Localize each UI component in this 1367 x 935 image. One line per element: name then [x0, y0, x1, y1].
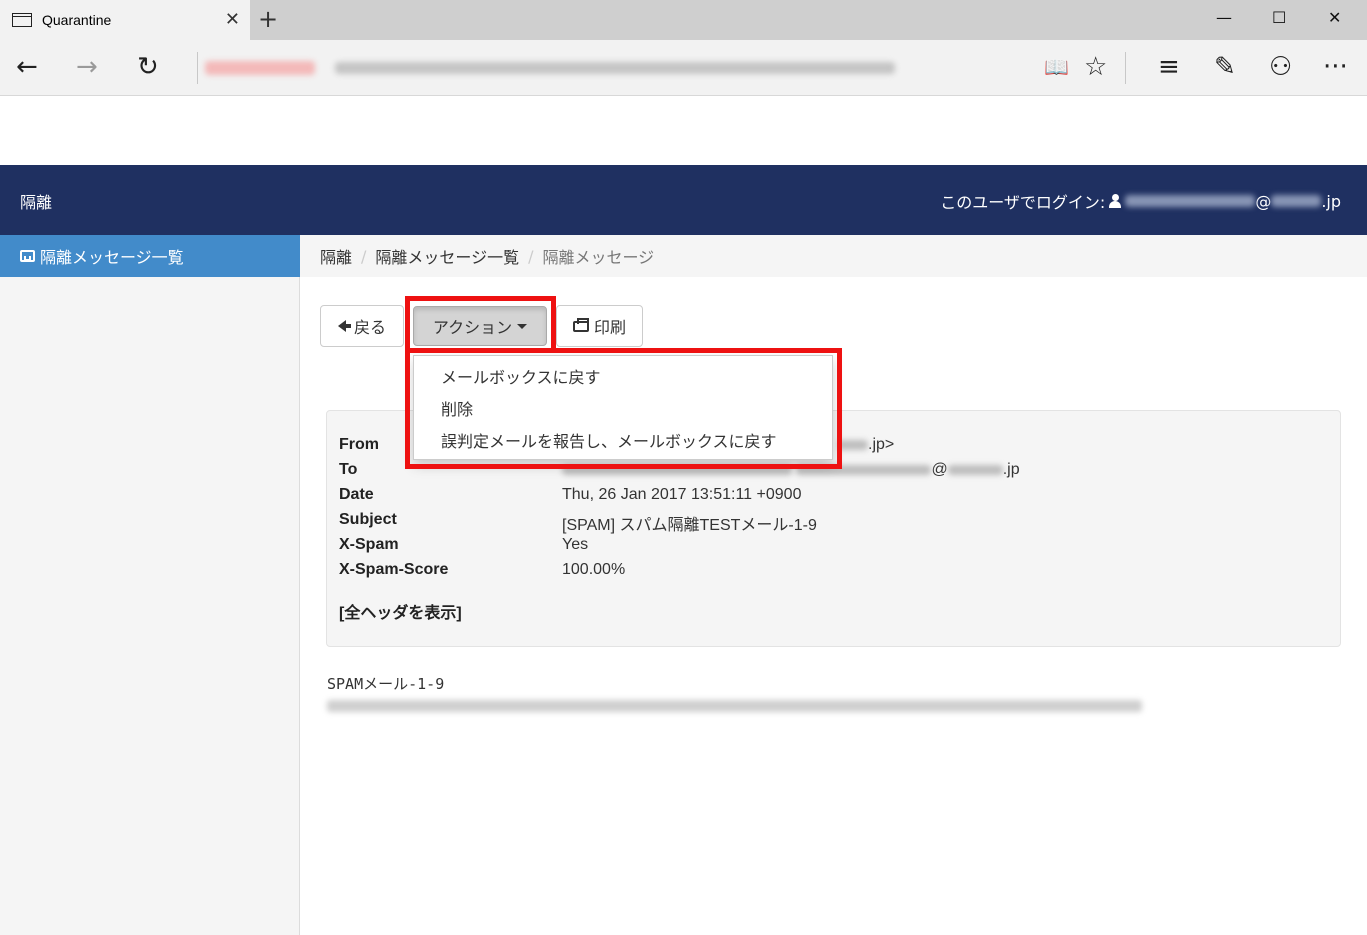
from-value: .jp>: [838, 436, 894, 454]
message-body-blurred: [327, 700, 1142, 712]
browser-tab[interactable]: Quarantine ✕: [0, 0, 250, 40]
inbox-icon: [20, 250, 35, 262]
security-warning-blurred: [205, 61, 315, 75]
sidebar-item-label: 隔離メッセージ一覧: [40, 248, 184, 267]
message-body-line: SPAMメール-1-9: [327, 675, 445, 693]
show-all-headers-link[interactable]: [全ヘッダを表示]: [339, 599, 462, 623]
highlight-box-action-button: [405, 296, 556, 353]
to-label: To: [339, 461, 358, 478]
back-arrow-icon[interactable]: ←: [16, 50, 38, 84]
url-blurred: [335, 62, 895, 74]
window-close-icon[interactable]: ✕: [1328, 8, 1341, 27]
login-label: このユーザでログイン:: [940, 193, 1106, 212]
brand-title[interactable]: 隔離: [20, 189, 52, 213]
date-value: Thu, 26 Jan 2017 13:51:11 +0900: [562, 486, 802, 503]
x-spam-value: Yes: [562, 536, 589, 553]
subject-label: Subject: [339, 511, 397, 528]
domain-blurred: [1271, 195, 1322, 207]
forward-arrow-icon[interactable]: →: [76, 50, 98, 84]
sidebar-item-quarantine-list[interactable]: 隔離メッセージ一覧: [0, 235, 300, 277]
print-button[interactable]: 印刷: [556, 305, 643, 347]
tab-title: Quarantine: [42, 12, 112, 28]
back-button[interactable]: 戻る: [320, 305, 404, 347]
breadcrumb-item-list[interactable]: 隔離メッセージ一覧: [375, 244, 519, 268]
x-spam-score-value: 100.00%: [562, 561, 626, 578]
login-suffix: .jp: [1321, 191, 1341, 211]
back-button-label: 戻る: [353, 318, 386, 337]
favorite-star-icon[interactable]: ☆: [1084, 50, 1107, 84]
highlight-box-dropdown: [405, 348, 842, 469]
subject-value: [SPAM] スパム隔離TESTメール-1-9: [562, 517, 817, 534]
breadcrumb-item-current: 隔離メッセージ: [542, 248, 655, 267]
arrow-left-icon: [337, 320, 351, 332]
reading-view-icon[interactable]: 📖: [1044, 50, 1069, 84]
web-note-icon[interactable]: ✎: [1214, 50, 1236, 84]
login-info: このユーザでログイン: @ .jp: [940, 189, 1341, 213]
breadcrumb: 隔離 / 隔離メッセージ一覧 / 隔離メッセージ: [300, 235, 1367, 277]
from-address-blurred: [838, 439, 868, 450]
minimize-icon[interactable]: —: [1216, 8, 1232, 27]
tab-close-icon[interactable]: ✕: [225, 9, 240, 30]
toolbar-separator: [1125, 52, 1126, 84]
x-spam-label: X-Spam: [339, 536, 399, 553]
refresh-icon[interactable]: ↻: [137, 50, 159, 84]
to-at: @: [931, 461, 948, 478]
login-at: @: [1255, 191, 1272, 211]
share-icon[interactable]: ⚇: [1269, 50, 1292, 84]
to-domain-blurred: [947, 464, 1003, 475]
more-icon[interactable]: ···: [1323, 50, 1348, 84]
new-tab-icon[interactable]: +: [258, 5, 278, 33]
address-bar[interactable]: [205, 54, 905, 82]
address-separator: [197, 52, 198, 84]
page-icon: [12, 13, 32, 27]
from-label: From: [339, 436, 379, 453]
print-button-label: 印刷: [593, 318, 626, 337]
breadcrumb-separator: /: [528, 246, 534, 266]
x-spam-score-label: X-Spam-Score: [339, 561, 449, 578]
browser-tab-bar: Quarantine ✕ + — ☐ ✕: [0, 0, 1367, 40]
breadcrumb-item-home[interactable]: 隔離: [320, 244, 352, 268]
user-icon: [1109, 194, 1122, 208]
maximize-icon[interactable]: ☐: [1272, 8, 1286, 27]
date-label: Date: [339, 486, 374, 503]
app-navbar: 隔離 このユーザでログイン: @ .jp: [0, 165, 1367, 235]
browser-toolbar: ← → ↻ 📖 ☆ ≡ ✎ ⚇ ···: [0, 40, 1367, 96]
from-value-suffix: .jp>: [868, 436, 895, 453]
to-suffix: .jp: [1002, 461, 1020, 478]
username-blurred: [1125, 195, 1256, 207]
printer-icon: [572, 317, 589, 332]
breadcrumb-separator: /: [361, 246, 367, 266]
hub-icon[interactable]: ≡: [1158, 50, 1180, 84]
sidebar: 隔離メッセージ一覧: [0, 235, 300, 935]
